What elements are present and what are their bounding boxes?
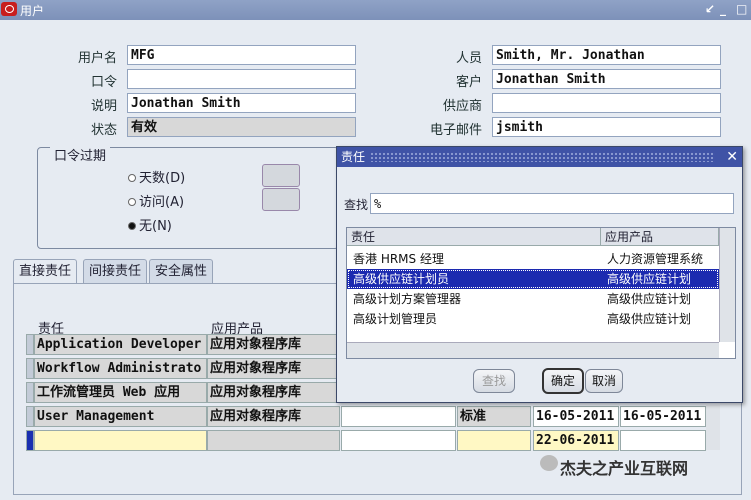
watermark-text: 杰夫之产业互联网 <box>560 459 689 478</box>
grid-cell-to-date[interactable] <box>620 430 706 451</box>
radio-access-label: 访问(A) <box>139 195 185 210</box>
supplier-label: 供应商 <box>442 99 482 114</box>
minimize-icon[interactable]: _ <box>720 2 726 16</box>
list-item-application: 高级供应链计划 <box>607 312 692 326</box>
window-title: 用户 <box>20 4 45 18</box>
grid-cell-responsibility[interactable]: 工作流管理员 Web 应用 <box>34 382 207 403</box>
list-header-application: 应用产品 <box>601 228 719 246</box>
list-item-application: 高级供应链计划 <box>607 292 692 306</box>
grid-cell-application[interactable] <box>207 430 340 451</box>
title-grip-pattern <box>370 152 715 162</box>
close-icon[interactable]: ✕ <box>726 147 738 167</box>
radio-access[interactable]: 访问(A) <box>128 191 184 210</box>
dialog-title: 责任 <box>341 150 366 164</box>
window-title-bar: 用户 ↙ _ □ <box>0 0 751 21</box>
restore-icon[interactable]: ↙ <box>705 2 715 16</box>
list-item[interactable]: 高级计划管理员 高级供应链计划 <box>347 309 719 329</box>
list-vertical-scrollbar[interactable] <box>719 228 735 342</box>
list-item[interactable]: 高级计划方案管理器 高级供应链计划 <box>347 289 719 309</box>
days-input[interactable] <box>262 164 300 187</box>
responsibility-list: 责任 应用产品 香港 HRMS 经理 人力资源管理系统 高级供应链计划员 高级供应链… <box>346 227 736 359</box>
description-label: 说明 <box>90 99 117 114</box>
ok-button[interactable]: 确定 <box>542 368 584 394</box>
maximize-icon[interactable]: □ <box>736 2 747 16</box>
description-field[interactable]: Jonathan Smith <box>127 93 356 113</box>
status-field: 有效 <box>127 117 356 137</box>
oracle-logo-icon <box>1 2 17 16</box>
grid-cell-from-date[interactable]: 22-06-2011 <box>533 430 619 451</box>
list-item-responsibility: 高级计划方案管理器 <box>353 292 462 306</box>
row-selector[interactable] <box>26 358 34 379</box>
customer-field[interactable]: Jonathan Smith <box>492 69 721 89</box>
tab-direct-responsibility[interactable]: 直接责任 <box>13 259 78 285</box>
grid-cell-application[interactable]: 应用对象程序库 <box>207 382 340 403</box>
cancel-button[interactable]: 取消 <box>585 369 623 393</box>
list-item-responsibility: 高级供应链计划员 <box>353 272 450 286</box>
grid-cell-application[interactable]: 应用对象程序库 <box>207 334 340 355</box>
grid-cell-security-group[interactable]: 标准 <box>457 406 531 427</box>
email-label: 电子邮件 <box>429 123 482 138</box>
tab-security-attributes[interactable]: 安全属性 <box>149 259 214 284</box>
responsibility-dialog: 责任 ✕ 查找 % 责任 应用产品 香港 HRMS 经理 人力资源管理系统 高级供… <box>336 146 743 403</box>
grid-cell-security-group[interactable] <box>457 430 531 451</box>
find-input[interactable]: % <box>370 193 734 214</box>
row-selector[interactable] <box>26 334 34 355</box>
dialog-title-bar: 责任 ✕ <box>337 147 742 167</box>
customer-label: 客户 <box>455 75 482 90</box>
radio-days-label: 天数(D) <box>139 171 186 186</box>
radio-days[interactable]: 天数(D) <box>128 167 185 186</box>
list-item-selected[interactable]: 高级供应链计划员 高级供应链计划 <box>347 269 719 289</box>
radio-dot-icon <box>128 174 136 182</box>
list-item-application: 人力资源管理系统 <box>607 252 704 266</box>
radio-dot-selected-icon <box>128 222 136 230</box>
grid-scrollbar[interactable] <box>706 405 720 450</box>
grid-cell-application[interactable]: 应用对象程序库 <box>207 358 340 379</box>
list-horizontal-scrollbar[interactable] <box>347 342 719 358</box>
radio-none[interactable]: 无(N) <box>128 215 172 234</box>
row-selector-current[interactable] <box>26 430 34 451</box>
grid-cell-empty[interactable] <box>341 406 456 427</box>
access-input[interactable] <box>262 188 300 211</box>
wechat-icon <box>540 455 558 471</box>
find-button[interactable]: 查找 <box>473 369 515 393</box>
username-field[interactable]: MFG <box>127 45 356 65</box>
grid-cell-to-date[interactable]: 16-05-2011 <box>620 406 706 427</box>
row-selector[interactable] <box>26 406 34 427</box>
grid-cell-responsibility[interactable] <box>34 430 207 451</box>
list-header-responsibility: 责任 <box>347 228 601 246</box>
password-expiry-title: 口令过期 <box>50 145 111 164</box>
grid-cell-responsibility[interactable]: Workflow Administrato <box>34 358 207 379</box>
grid-cell-responsibility[interactable]: User Management <box>34 406 207 427</box>
person-label: 人员 <box>455 51 482 66</box>
list-item-responsibility: 香港 HRMS 经理 <box>353 252 444 266</box>
radio-dot-icon <box>128 198 136 206</box>
grid-cell-empty[interactable] <box>341 430 456 451</box>
supplier-field[interactable] <box>492 93 721 113</box>
status-label: 状态 <box>90 123 117 138</box>
password-field[interactable] <box>127 69 356 89</box>
person-field[interactable]: Smith, Mr. Jonathan <box>492 45 721 65</box>
tab-indirect-responsibility[interactable]: 间接责任 <box>83 259 148 284</box>
list-item-responsibility: 高级计划管理员 <box>353 312 438 326</box>
find-label: 查找 <box>344 198 369 212</box>
grid-cell-application[interactable]: 应用对象程序库 <box>207 406 340 427</box>
username-label: 用户名 <box>77 51 117 66</box>
grid-cell-from-date[interactable]: 16-05-2011 <box>533 406 619 427</box>
list-item[interactable]: 香港 HRMS 经理 人力资源管理系统 <box>347 249 719 269</box>
list-item-application: 高级供应链计划 <box>607 272 692 286</box>
grid-cell-responsibility[interactable]: Application Developer <box>34 334 207 355</box>
row-selector[interactable] <box>26 382 34 403</box>
radio-none-label: 无(N) <box>139 219 172 234</box>
password-label: 口令 <box>90 75 117 90</box>
email-field[interactable]: jsmith <box>492 117 721 137</box>
